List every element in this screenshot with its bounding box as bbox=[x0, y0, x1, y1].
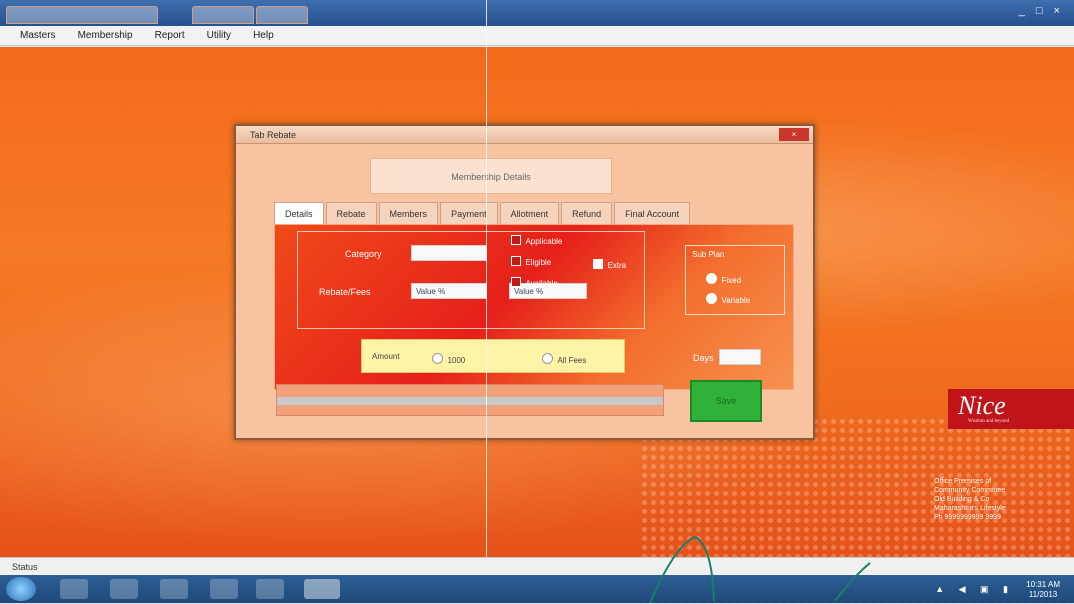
titlebar-tab[interactable] bbox=[6, 6, 158, 24]
workspace-background: Nice Wisdom and beyond Office Premises o… bbox=[0, 47, 1074, 604]
start-button[interactable] bbox=[6, 577, 36, 601]
allfees-radio-label: All Fees bbox=[557, 356, 587, 365]
tab-final-account[interactable]: Final Account bbox=[614, 202, 691, 226]
options-list: Applicable Eligible Available bbox=[511, 231, 587, 291]
progress-fill bbox=[277, 397, 663, 405]
address-line: Office Premises of bbox=[934, 478, 992, 485]
pen-scribble-marks bbox=[649, 535, 871, 603]
tab-rebate[interactable]: Rebate bbox=[325, 202, 377, 226]
window-controls[interactable]: _ □ × bbox=[1019, 5, 1064, 17]
dialog-close-button[interactable]: × bbox=[779, 128, 809, 141]
taskbar: ▲ ◀ ▣ ▮ 10:31 AM 11/2013 bbox=[0, 575, 1074, 603]
amount-field-1[interactable]: Value % bbox=[411, 283, 487, 299]
rebate-dialog: Tab Rebate × Membership Details Details … bbox=[234, 124, 815, 440]
logo-tagline: Wisdom and beyond bbox=[968, 419, 1010, 424]
option-label: Available bbox=[525, 279, 558, 288]
dialog-header-banner: Membership Details bbox=[370, 158, 612, 194]
menu-item-masters[interactable]: Masters bbox=[20, 30, 56, 41]
amount-row-label: Amount bbox=[372, 352, 400, 361]
taskbar-folder-icon[interactable] bbox=[110, 579, 138, 599]
address-line: Ph 9999999999 9999 bbox=[934, 514, 1001, 521]
taskbar-app-icon[interactable] bbox=[256, 579, 284, 599]
extra-checkbox[interactable] bbox=[593, 258, 603, 269]
amount-radio-value: 1000 bbox=[447, 356, 466, 365]
tab-panel: Category Rebate/Fees Value % Value % App… bbox=[274, 224, 794, 390]
amount-radio[interactable] bbox=[432, 353, 443, 365]
amount-radio-row: 1000 bbox=[432, 350, 465, 368]
radio-fixed-label: Fixed bbox=[721, 276, 742, 285]
tab-refund[interactable]: Refund bbox=[561, 202, 613, 226]
clock-date: 11/2013 bbox=[1028, 590, 1058, 599]
menu-item-help[interactable]: Help bbox=[253, 30, 274, 41]
status-bar: Status bbox=[0, 557, 1074, 575]
menu-item-report[interactable]: Report bbox=[155, 30, 185, 41]
system-tray-icons[interactable]: ▲ ◀ ▣ ▮ bbox=[935, 584, 1014, 595]
taskbar-app-icon[interactable] bbox=[160, 579, 188, 599]
radio-variable-label: Variable bbox=[721, 296, 751, 305]
amount-row: Amount 1000 All Fees bbox=[361, 339, 625, 373]
extra-checkbox-label: Extra bbox=[607, 261, 627, 270]
tab-allotment[interactable]: Allotment bbox=[499, 202, 560, 226]
menu-item-utility[interactable]: Utility bbox=[207, 30, 231, 41]
radio-variable[interactable] bbox=[706, 293, 717, 305]
option-label: Applicable bbox=[525, 237, 563, 246]
dialog-titlebar[interactable]: Tab Rebate × bbox=[236, 126, 813, 144]
logo-text: Nice bbox=[958, 391, 1006, 420]
dialog-title: Tab Rebate bbox=[250, 130, 297, 140]
radio-fixed[interactable] bbox=[706, 273, 717, 285]
amount-label: Rebate/Fees bbox=[319, 287, 371, 297]
scan-line-artifact bbox=[486, 0, 487, 603]
allfees-radio[interactable] bbox=[542, 353, 553, 365]
allfees-radio-row: All Fees bbox=[542, 350, 586, 368]
option-label: Eligible bbox=[525, 258, 552, 267]
taskbar-app-icon[interactable] bbox=[210, 579, 238, 599]
taskbar-active-app-icon[interactable] bbox=[304, 579, 340, 599]
company-logo: Nice Wisdom and beyond bbox=[948, 389, 1074, 429]
app-titlebar: _ □ × bbox=[0, 0, 1074, 26]
titlebar-tab[interactable] bbox=[256, 6, 308, 24]
clock-time: 10:31 AM bbox=[1026, 580, 1060, 589]
option-checkbox[interactable] bbox=[511, 255, 521, 266]
tab-details[interactable]: Details bbox=[274, 202, 324, 226]
category-field[interactable] bbox=[411, 245, 487, 261]
address-line: Community Committee bbox=[934, 487, 1006, 494]
address-line: Maharashtra's Lifestyle bbox=[934, 505, 1006, 512]
days-field[interactable] bbox=[719, 349, 761, 365]
option-checkbox[interactable] bbox=[511, 276, 521, 287]
company-address: Office Premises of Community Committee O… bbox=[934, 477, 1064, 522]
taskbar-clock[interactable]: 10:31 AM 11/2013 bbox=[1026, 580, 1060, 600]
groupbox-title: Sub Plan bbox=[692, 250, 725, 259]
extra-checkbox-row: Extra bbox=[593, 255, 626, 273]
address-line: Old Building & Co bbox=[934, 496, 990, 503]
progress-bar bbox=[276, 384, 664, 416]
tab-members[interactable]: Members bbox=[378, 202, 439, 226]
status-text: Status bbox=[12, 562, 38, 572]
save-button[interactable]: Save bbox=[690, 380, 762, 422]
menu-bar: Masters Membership Report Utility Help bbox=[0, 26, 1074, 46]
tab-strip: Details Rebate Members Payment Allotment… bbox=[274, 202, 692, 226]
option-checkbox[interactable] bbox=[511, 234, 521, 245]
taskbar-app-icon[interactable] bbox=[60, 579, 88, 599]
titlebar-tab[interactable] bbox=[192, 6, 254, 24]
plan-groupbox: Sub Plan Fixed Variable bbox=[685, 245, 785, 315]
tab-payment[interactable]: Payment bbox=[440, 202, 498, 226]
days-label: Days bbox=[693, 353, 714, 363]
menu-item-membership[interactable]: Membership bbox=[78, 30, 133, 41]
category-label: Category bbox=[345, 249, 382, 259]
